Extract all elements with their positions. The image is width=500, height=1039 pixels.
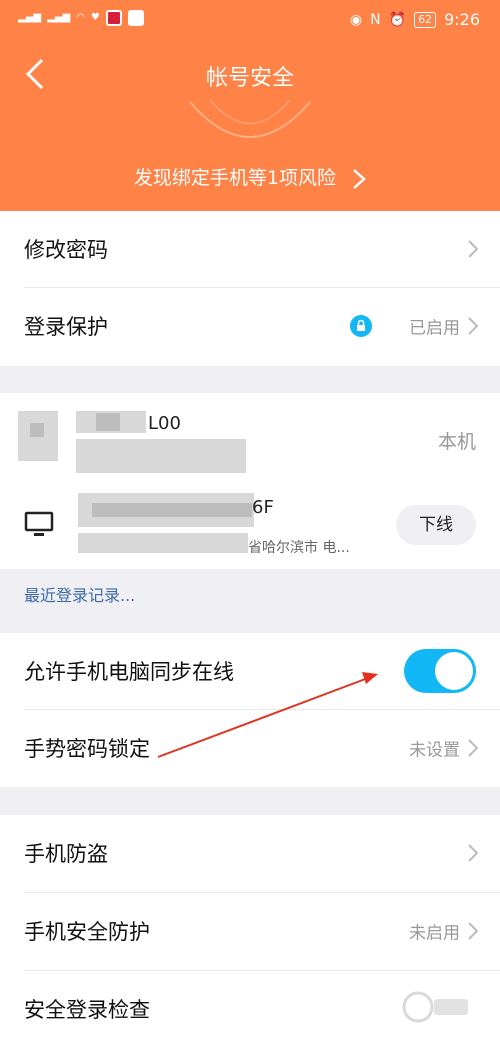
account-security-page: ▂▄▆ ▂▄▆ ◠ ♥ ◉ N ⏰ 62 9:26 帐号安全 发现绑定手机等1项… [0, 0, 500, 1039]
safe-login-check-label: 安全登录检查 [24, 998, 150, 1022]
device-avatar-blurred [30, 423, 44, 437]
login-protection-row[interactable]: 登录保护 已启用 [0, 288, 500, 364]
toggle-knob [435, 652, 473, 690]
sync-online-row: 允许手机电脑同步在线 [0, 633, 500, 709]
signal-icon-2: ▂▄▆ [47, 12, 71, 23]
computer-icon [24, 511, 54, 536]
status-time: 9:26 [444, 10, 480, 29]
chevron-right-icon [468, 240, 478, 258]
chevron-right-icon [468, 922, 478, 940]
watermark-logo [402, 991, 468, 1023]
header: ▂▄▆ ▂▄▆ ◠ ♥ ◉ N ⏰ 62 9:26 帐号安全 发现绑定手机等1项… [0, 0, 500, 211]
battery-level: 62 [414, 11, 437, 28]
shield-arc-decoration [189, 99, 311, 138]
risk-banner[interactable]: 发现绑定手机等1项风险 [0, 163, 500, 190]
chevron-right-icon [353, 168, 366, 189]
phone-antitheft-row[interactable]: 手机防盗 [0, 815, 500, 891]
signal-icon: ▂▄▆ [18, 12, 42, 23]
device1-detail-blurred [76, 439, 246, 473]
change-password-label: 修改密码 [24, 238, 108, 262]
app-notification-icon-2 [127, 10, 144, 26]
device1-name-blurred [96, 413, 120, 431]
risk-text: 发现绑定手机等1项风险 [133, 167, 337, 189]
device2-name-blurred [92, 503, 252, 517]
device2-detail-blurred [78, 533, 248, 553]
lock-icon [350, 315, 372, 337]
chevron-right-icon [468, 844, 478, 862]
this-device-label: 本机 [437, 431, 476, 453]
chevron-right-icon [468, 317, 478, 335]
status-left: ▂▄▆ ▂▄▆ ◠ ♥ [18, 10, 144, 26]
status-right: ◉ N ⏰ 62 9:26 [350, 10, 480, 29]
page-title: 帐号安全 [205, 66, 294, 91]
nfc-icon: N [370, 11, 381, 28]
phone-antitheft-label: 手机防盗 [24, 842, 108, 866]
device2-name: 6F [252, 497, 274, 518]
login-protection-status: 已启用 [409, 318, 460, 339]
heart-icon: ♥ [90, 12, 100, 23]
offline-button[interactable]: 下线 [396, 505, 476, 545]
alarm-icon: ⏰ [388, 11, 407, 28]
device1-name: L00 [148, 413, 181, 434]
login-protection-label: 登录保护 [24, 315, 108, 339]
sync-online-toggle[interactable] [404, 649, 476, 693]
wifi-icon: ◠ [76, 12, 85, 23]
app-notification-icon [105, 10, 122, 26]
gesture-lock-row[interactable]: 手势密码锁定 未设置 [0, 710, 500, 786]
device2-location: 省哈尔滨市 电... [248, 540, 350, 556]
change-password-row[interactable]: 修改密码 [0, 211, 500, 287]
sync-online-label: 允许手机电脑同步在线 [24, 660, 234, 684]
recent-login-link[interactable]: 最近登录记录... [24, 582, 135, 606]
sync-group: 允许手机电脑同步在线 手势密码锁定 未设置 [0, 633, 500, 787]
chevron-right-icon [468, 739, 478, 757]
eye-icon: ◉ [349, 11, 363, 28]
phone-security-row[interactable]: 手机安全防护 未启用 [0, 893, 500, 969]
phone-security-status: 未启用 [409, 923, 460, 944]
gesture-lock-status: 未设置 [409, 740, 460, 761]
status-bar: ▂▄▆ ▂▄▆ ◠ ♥ ◉ N ⏰ 62 9:26 [0, 0, 500, 40]
phone-security-label: 手机安全防护 [24, 920, 150, 944]
password-group: 修改密码 登录保护 已启用 [0, 211, 500, 366]
gesture-lock-label: 手势密码锁定 [24, 737, 150, 761]
